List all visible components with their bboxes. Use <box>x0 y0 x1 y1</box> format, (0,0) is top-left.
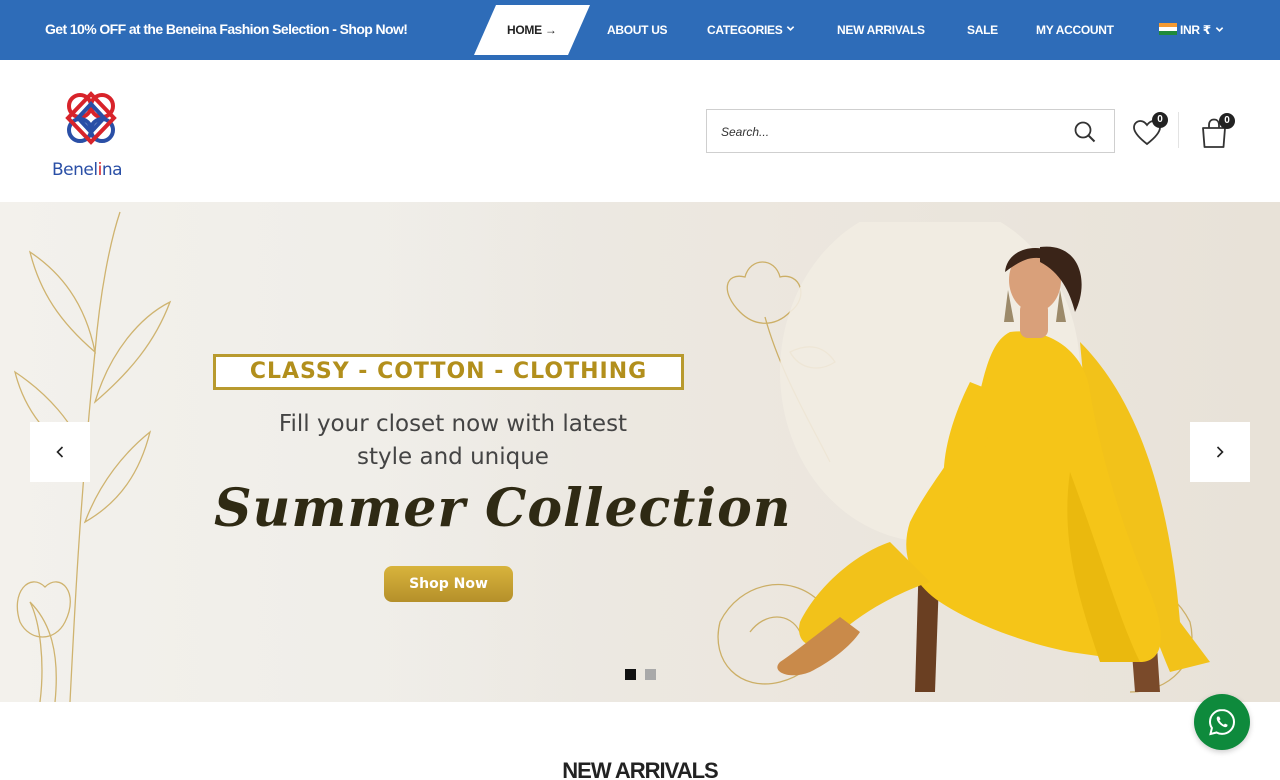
promo-shop-link[interactable]: Shop Now! <box>340 21 408 37</box>
chevron-down-icon <box>1215 27 1224 32</box>
nav-about-us[interactable]: ABOUT US <box>607 23 668 37</box>
whatsapp-icon <box>1208 708 1236 736</box>
search-input[interactable] <box>721 122 1061 142</box>
search-box <box>706 109 1115 153</box>
hero-subtitle: Fill your closet now with latest style a… <box>278 411 628 470</box>
slider-next-button[interactable] <box>1190 422 1250 482</box>
promo-banner: Get 10% OFF at the Beneina Fashion Selec… <box>45 21 408 37</box>
currency-label: INR ₹ <box>1180 23 1211 37</box>
nav-my-account[interactable]: MY ACCOUNT <box>1036 23 1114 37</box>
slider-dot-1[interactable] <box>625 669 636 680</box>
nav-sale[interactable]: SALE <box>967 23 998 37</box>
nav-new-arrivals[interactable]: NEW ARRIVALS <box>837 23 925 37</box>
arrow-right-icon: → <box>544 23 557 37</box>
hero-script-title: Summer Collection <box>214 478 792 539</box>
wishlist-count-badge: 0 <box>1152 112 1168 128</box>
chevron-left-icon <box>56 446 64 458</box>
whatsapp-chat-button[interactable] <box>1194 694 1250 750</box>
search-icon <box>1074 121 1096 143</box>
chevron-right-icon <box>1216 446 1224 458</box>
model-image <box>777 222 1210 692</box>
hero-shop-now-button[interactable]: Shop Now <box>384 566 513 602</box>
hero-tagline: CLASSY - COTTON - CLOTHING <box>213 354 684 390</box>
india-flag-icon <box>1159 23 1177 35</box>
slider-dot-2[interactable] <box>645 669 656 680</box>
promo-text: Get 10% OFF at the Beneina Fashion Selec… <box>45 21 340 37</box>
new-arrivals-heading: NEW ARRIVALS <box>562 758 718 780</box>
nav-categories-label: CATEGORIES <box>707 23 783 37</box>
header-divider <box>1178 112 1179 148</box>
cart-button[interactable]: 0 <box>1198 113 1235 150</box>
nav-categories[interactable]: CATEGORIES <box>707 23 795 37</box>
nav-home[interactable]: HOME → <box>474 5 590 55</box>
currency-selector[interactable]: INR ₹ <box>1159 23 1224 37</box>
logo-mark-icon <box>65 91 117 145</box>
top-bar: Get 10% OFF at the Beneina Fashion Selec… <box>0 0 1280 60</box>
wishlist-button[interactable]: 0 <box>1132 112 1168 148</box>
chevron-down-icon <box>787 26 795 31</box>
nav-home-label: HOME <box>507 23 542 37</box>
hero-slider: CLASSY - COTTON - CLOTHING Fill your clo… <box>0 202 1280 702</box>
slider-prev-button[interactable] <box>30 422 90 482</box>
cart-count-badge: 0 <box>1219 113 1235 129</box>
search-button[interactable] <box>1073 120 1099 144</box>
logo-wordmark: Benelina <box>52 160 123 180</box>
